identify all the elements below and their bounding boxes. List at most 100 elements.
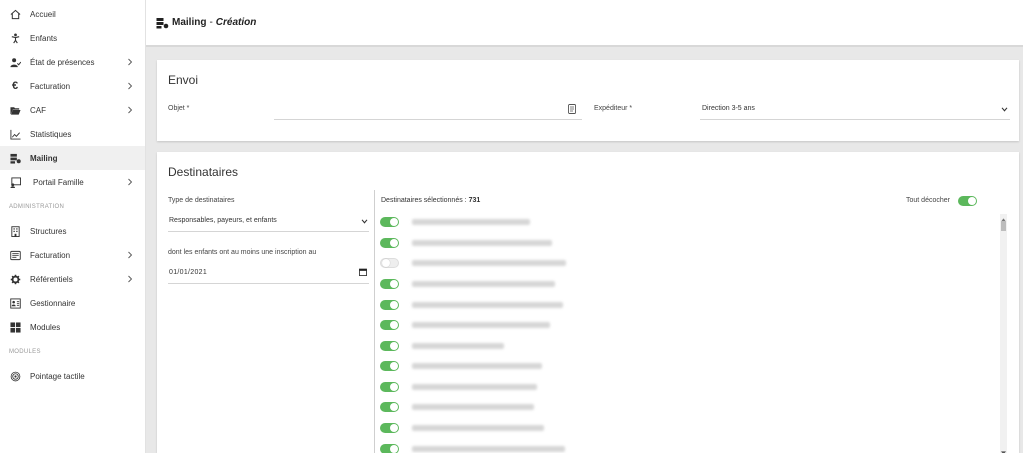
calendar-icon[interactable] [359, 268, 367, 278]
sidebar-item-pointage-tactile[interactable]: Pointage tactile [0, 364, 145, 388]
building-icon [9, 225, 21, 237]
chevron-right-icon [126, 250, 134, 260]
list-item[interactable] [379, 237, 779, 249]
sidebar-item-portail-famille[interactable]: Portail Famille [0, 170, 145, 194]
destinataires-title: Destinataires [168, 165, 239, 179]
selected-count: 731 [468, 197, 481, 204]
inscription-date-input[interactable]: 01/01/2021 [168, 264, 369, 282]
scrollbar-thumb[interactable] [1001, 221, 1006, 231]
list-item[interactable] [379, 278, 779, 290]
objet-input[interactable] [274, 100, 582, 119]
sidebar-item-modules[interactable]: Modules [0, 315, 145, 339]
section-modules: MODULES [9, 348, 41, 355]
template-icon[interactable] [568, 104, 576, 114]
sidebar-item-caf[interactable]: CAF [0, 98, 145, 122]
chevron-down-icon [361, 217, 368, 226]
sidebar-item-etat-presences[interactable]: État de présences [0, 50, 145, 74]
sidebar-item-label: Portail Famille [33, 177, 84, 187]
recipient-label [412, 302, 563, 308]
sidebar-item-label: Pointage tactile [30, 371, 85, 381]
euro-icon: € [11, 80, 19, 92]
objet-label: Objet * [168, 105, 190, 112]
recipient-toggle[interactable] [380, 300, 399, 310]
recipient-label [412, 240, 552, 246]
list-item[interactable] [379, 257, 779, 269]
scroll-up-icon[interactable] [1001, 215, 1006, 222]
sidebar-item-label: Statistiques [30, 129, 72, 139]
sidebar-item-referentiels[interactable]: Référentiels [0, 267, 145, 291]
selected-label: Destinataires sélectionnés : [381, 197, 467, 204]
chevron-right-icon [126, 274, 134, 284]
expediteur-select[interactable]: Direction 3-5 ans [700, 100, 1010, 119]
selected-recipients: Destinataires sélectionnés : 731 [381, 197, 480, 204]
recipients-scrollbar[interactable] [1000, 214, 1007, 453]
sidebar-item-label: Modules [30, 322, 61, 332]
sidebar-item-facturation[interactable]: € Facturation [0, 74, 145, 98]
sidebar-item-gestionnaire[interactable]: Gestionnaire [0, 291, 145, 315]
sidebar-item-label: CAF [30, 105, 46, 115]
list-item[interactable] [379, 443, 779, 453]
recipient-toggle[interactable] [380, 423, 399, 433]
sidebar-item-label: Mailing [30, 153, 58, 163]
sidebar-item-mailing[interactable]: Mailing [0, 146, 145, 170]
sidebar-item-structures[interactable]: Structures [0, 219, 145, 243]
recipient-toggle[interactable] [380, 320, 399, 330]
chevron-down-icon [1001, 105, 1008, 114]
sidebar-item-admin-facturation[interactable]: Facturation [0, 243, 145, 267]
sidebar-item-label: Gestionnaire [30, 298, 76, 308]
type-destinataires-value: Responsables, payeurs, et enfants [169, 217, 277, 224]
list-item[interactable] [379, 340, 779, 352]
list-item[interactable] [379, 401, 779, 413]
recipient-label [412, 219, 530, 225]
sidebar-item-label: Accueil [30, 9, 56, 19]
recipient-toggle[interactable] [380, 382, 399, 392]
chart-icon [9, 128, 21, 140]
recipient-toggle[interactable] [380, 238, 399, 248]
page-title-separator: - [209, 17, 213, 28]
recipient-label [412, 425, 544, 431]
mailing-icon [156, 17, 169, 29]
uncheck-all-toggle[interactable] [958, 196, 977, 206]
modules-icon [9, 321, 21, 333]
page-header: Mailing - Création [146, 0, 1023, 47]
scroll-down-icon[interactable] [1001, 448, 1006, 453]
envoi-card: Envoi Objet * Expéditeur * Direction 3-5… [157, 60, 1019, 141]
recipient-label [412, 260, 566, 266]
recipient-toggle[interactable] [380, 444, 399, 453]
invoice-icon [9, 249, 21, 261]
sidebar-item-enfants[interactable]: Enfants [0, 26, 145, 50]
touch-icon [9, 370, 21, 382]
recipient-toggle[interactable] [380, 341, 399, 351]
sidebar-item-label: Enfants [30, 33, 58, 43]
recipient-toggle[interactable] [380, 279, 399, 289]
recipient-toggle[interactable] [380, 361, 399, 371]
type-destinataires-select[interactable]: Responsables, payeurs, et enfants [168, 212, 369, 230]
list-item[interactable] [379, 360, 779, 372]
sidebar-item-accueil[interactable]: Accueil [0, 2, 145, 26]
recipient-toggle[interactable] [380, 402, 399, 412]
folder-open-icon [9, 104, 21, 116]
list-item[interactable] [379, 381, 779, 393]
list-item[interactable] [379, 319, 779, 331]
gear-icon [9, 273, 21, 285]
recipient-toggle[interactable] [380, 217, 399, 227]
chevron-right-icon [126, 177, 134, 187]
recipient-label [412, 404, 534, 410]
home-icon [9, 8, 21, 20]
sidebar-item-label: Facturation [30, 81, 71, 91]
type-destinataires-label: Type de destinataires [168, 197, 235, 204]
sidebar-item-label: Structures [30, 226, 67, 236]
sidebar-item-statistiques[interactable]: Statistiques [0, 122, 145, 146]
list-item[interactable] [379, 422, 779, 434]
recipient-label [412, 281, 555, 287]
recipient-label [412, 363, 542, 369]
chevron-right-icon [126, 57, 134, 67]
list-item[interactable] [379, 299, 779, 311]
chevron-right-icon [126, 81, 134, 91]
user-check-icon [9, 56, 21, 68]
recipient-toggle[interactable] [380, 258, 399, 268]
sidebar: Accueil Enfants État de présences € Fact… [0, 0, 146, 453]
recipient-label [412, 322, 550, 328]
expediteur-value: Direction 3-5 ans [702, 105, 755, 112]
list-item[interactable] [379, 216, 779, 228]
